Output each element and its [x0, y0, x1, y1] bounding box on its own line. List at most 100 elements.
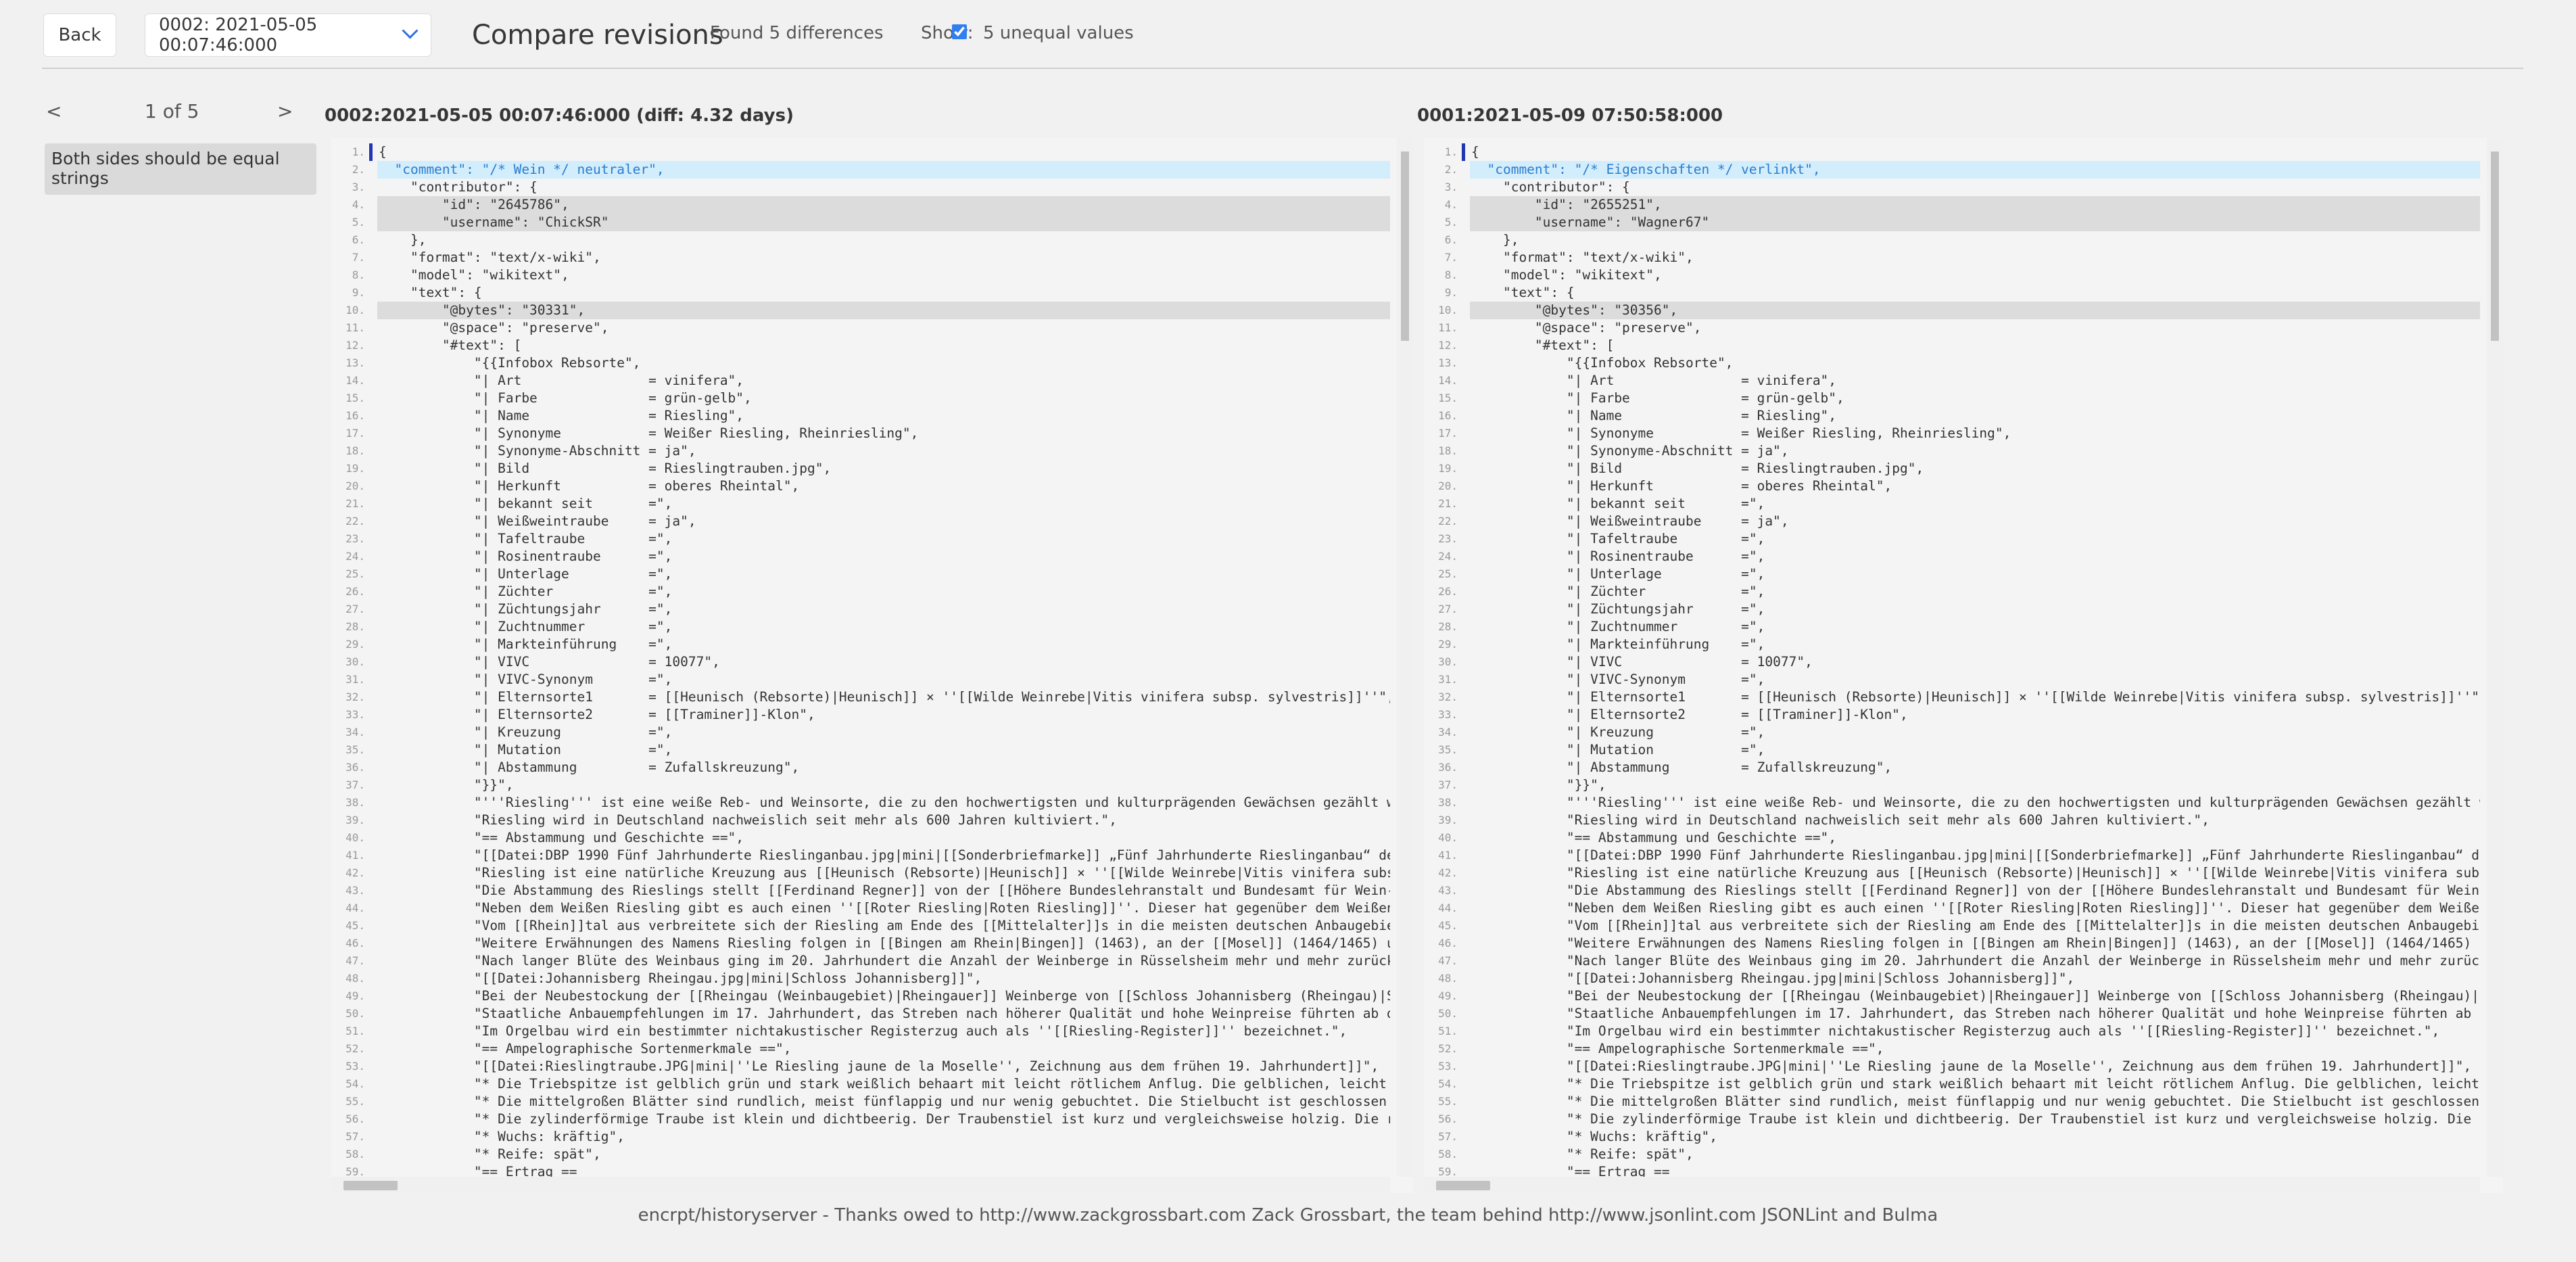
line-number: 12. [345, 339, 365, 352]
line-number: 52. [345, 1042, 365, 1055]
line-number: 44. [1438, 902, 1458, 914]
code-line: "}}", [1471, 777, 1606, 793]
code-line: "Weitere Erwähnungen des Namens Riesling… [1471, 935, 2480, 951]
previous-difference-button[interactable]: < [46, 100, 62, 122]
changed-value: "id": "2645786", [442, 197, 569, 212]
code-line: "| Synonyme-Abschnitt = ja", [1471, 443, 1789, 459]
line-number: 46. [1438, 937, 1458, 950]
line-number: 43. [1438, 884, 1458, 897]
code-line: "| Züchtungsjahr =", [379, 601, 673, 617]
differences-count: Found 5 differences [710, 23, 884, 43]
code-line: "| Bild = Rieslingtrauben.jpg", [1471, 461, 1924, 476]
code-line: "* Die zylinderförmige Traube ist klein … [1471, 1111, 2480, 1127]
line-number: 47. [1438, 954, 1458, 967]
changed-value: "comment": "/* Wein */ neutraler", [394, 162, 665, 177]
code-line: "| Unterlage =", [1471, 566, 1765, 582]
line-number: 55. [1438, 1095, 1458, 1108]
code-line: "== Ampelographische Sortenmerkmale ==", [379, 1041, 792, 1056]
line-number: 33. [345, 708, 365, 721]
line-number: 15. [1438, 392, 1458, 404]
code-line: "{{Infobox Rebsorte", [1471, 355, 1734, 371]
code-line: "| Abstammung = Zufallskreuzung", [1471, 759, 1892, 775]
line-number: 56. [345, 1113, 365, 1125]
divider [42, 68, 2523, 69]
code-line: "| Name = Riesling", [1471, 408, 1837, 423]
line-number: 21. [345, 497, 365, 510]
horizontal-scrollbar[interactable] [331, 1177, 1390, 1193]
line-number: 58. [1438, 1148, 1458, 1161]
line-number: 38. [345, 796, 365, 809]
code-line: "format": "text/x-wiki", [1471, 250, 1694, 265]
left-revision-header: 0002:2021-05-05 00:07:46:000 (diff: 4.32… [325, 106, 794, 126]
line-number: 5. [1444, 216, 1458, 229]
code-line: "Im Orgelbau wird ein bestimmter nichtak… [379, 1023, 1347, 1039]
code-line: "model": "wikitext", [379, 267, 569, 283]
revision-select-value: 0002: 2021-05-05 00:07:46:000 [159, 15, 318, 55]
back-button[interactable]: Back [43, 14, 116, 57]
line-number: 4. [1444, 198, 1458, 211]
horizontal-scrollbar[interactable] [1424, 1177, 2480, 1193]
code-line: "username": "Wagner67" [1470, 214, 2480, 231]
code-line: "| Elternsorte2 = [[Traminer]]-Klon", [379, 707, 815, 722]
code-lines: { "comment": "/* Wein */ neutraler", "co… [377, 143, 1390, 1181]
line-number: 15. [345, 392, 365, 404]
code-line: "{{Infobox Rebsorte", [379, 355, 641, 371]
code-line: "contributor": { [1471, 179, 1630, 195]
code-line: "| Synonyme = Weißer Riesling, Rheinries… [1471, 425, 2011, 441]
line-number: 16. [1438, 409, 1458, 422]
code-line: "Riesling wird in Deutschland nachweisli… [1471, 812, 2210, 828]
code-line: "| VIVC-Synonym =", [1471, 672, 1765, 687]
line-number: 34. [345, 726, 365, 739]
revision-select[interactable]: 0002: 2021-05-05 00:07:46:000 [145, 14, 431, 57]
footer-credits: encrpt/historyserver - Thanks owed to ht… [638, 1205, 1938, 1225]
unequal-values-label[interactable]: 5 unequal values [983, 23, 1134, 43]
line-number: 56. [1438, 1113, 1458, 1125]
line-number: 42. [345, 866, 365, 879]
line-number: 29. [345, 638, 365, 651]
code-line: "[[Datei:Johannisberg Rheingau.jpg|mini|… [1471, 971, 2075, 986]
unequal-values-checkbox[interactable] [952, 24, 967, 39]
next-difference-button[interactable]: > [277, 100, 293, 122]
line-number: 28. [345, 620, 365, 633]
line-number: 20. [1438, 480, 1458, 492]
line-number: 24. [345, 550, 365, 563]
code-line: "| Synonyme-Abschnitt = ja", [379, 443, 696, 459]
line-number: 34. [1438, 726, 1458, 739]
code-line: "contributor": { [379, 179, 538, 195]
code-line: "Neben dem Weißen Riesling gibt es auch … [1471, 900, 2480, 916]
line-number: 18. [345, 444, 365, 457]
code-line: "| Herkunft = oberes Rheintal", [379, 478, 800, 494]
code-line: "@space": "preserve", [379, 320, 609, 335]
line-number: 22. [1438, 515, 1458, 528]
line-number: 7. [352, 251, 365, 264]
code-line: "id": "2645786", [377, 196, 1390, 214]
line-number: 51. [345, 1025, 365, 1037]
changed-value: "@bytes": "30331", [442, 302, 586, 318]
line-number: 43. [345, 884, 365, 897]
code-line: "| Art = vinifera", [1471, 373, 1837, 388]
code-line: "| bekannt seit =", [1471, 496, 1765, 511]
vertical-scrollbar[interactable] [1397, 138, 1413, 1177]
code-line: "username": "ChickSR" [377, 214, 1390, 231]
changed-value: "comment": "/* Eigenschaften */ verlinkt… [1487, 162, 1821, 177]
left-code-pane[interactable]: 1. 2. 3. 4. 5. 6. 7. 8. 9. 10. 11. 12. 13. 14. 15. 16. 1… [331, 138, 1413, 1193]
line-number: 28. [1438, 620, 1458, 633]
difference-marker [1462, 143, 1465, 161]
code-line: "text": { [1471, 285, 1575, 300]
code-line: "Nach langer Blüte des Weinbaus ging im … [1471, 953, 2480, 968]
line-number: 35. [345, 743, 365, 756]
line-number: 21. [1438, 497, 1458, 510]
line-number: 25. [345, 567, 365, 580]
code-line: "== Abstammung und Geschichte ==", [379, 830, 744, 845]
code-line: "[[Datei:Rieslingtraube.JPG|mini|''Le Ri… [379, 1058, 1379, 1074]
line-number: 9. [1444, 286, 1458, 299]
page-title: Compare revisions [472, 20, 723, 51]
line-number: 18. [1438, 444, 1458, 457]
line-number: 25. [1438, 567, 1458, 580]
right-code-pane[interactable]: 1. 2. 3. 4. 5. 6. 7. 8. 9. 10. 11. 12. 13. 14. 15. 16. 1… [1424, 138, 2503, 1193]
vertical-scrollbar[interactable] [2487, 138, 2503, 1177]
code-line: "| Elternsorte1 = [[Heunisch (Rebsorte)|… [379, 689, 1390, 705]
code-line: "* Die mittelgroßen Blätter sind rundlic… [379, 1094, 1387, 1109]
code-line: "* Wuchs: kräftig", [1471, 1129, 1717, 1144]
code-line: "format": "text/x-wiki", [379, 250, 601, 265]
